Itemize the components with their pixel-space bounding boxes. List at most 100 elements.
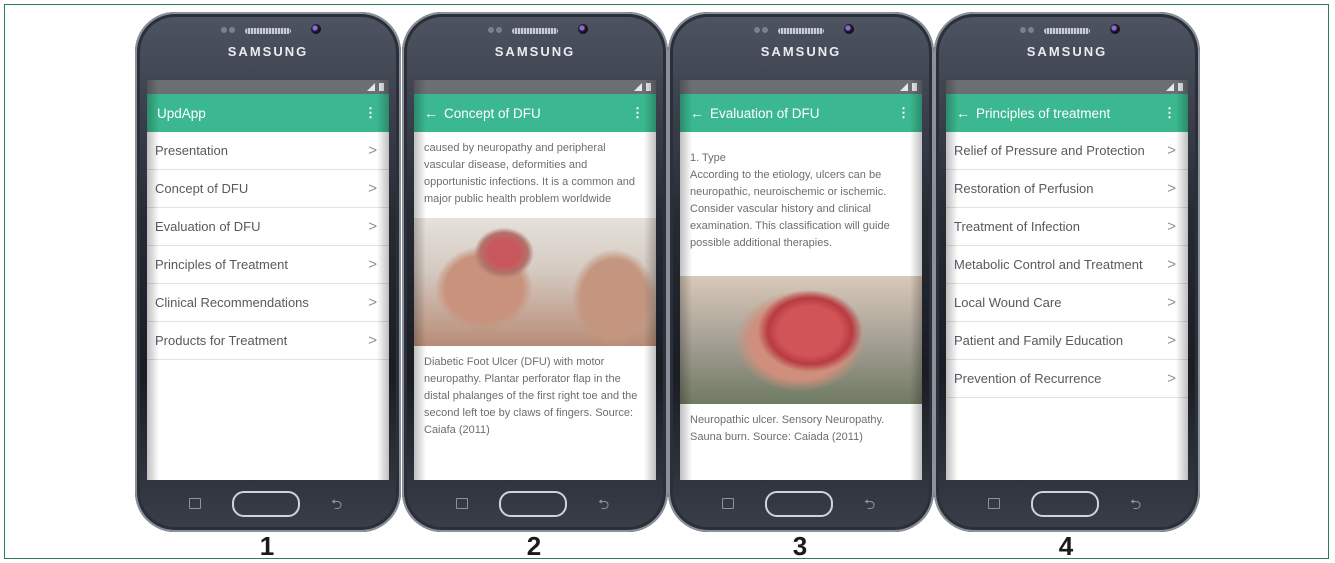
- back-nav-icon[interactable]: ⮌: [864, 494, 875, 518]
- overflow-menu-icon[interactable]: ⋮: [897, 105, 910, 121]
- overflow-menu-icon[interactable]: ⋮: [631, 105, 644, 121]
- sensor-dot: [496, 27, 502, 33]
- status-bar: [680, 80, 922, 94]
- list-item-products[interactable]: Products for Treatment >: [147, 322, 389, 360]
- list-item-infection[interactable]: Treatment of Infection >: [946, 208, 1188, 246]
- back-nav-icon[interactable]: ⮌: [1130, 494, 1141, 518]
- chevron-right-icon: >: [368, 256, 377, 273]
- list-item-education[interactable]: Patient and Family Education >: [946, 322, 1188, 360]
- chevron-right-icon: >: [1167, 370, 1176, 387]
- front-camera-icon: [1110, 24, 1120, 34]
- home-button[interactable]: [765, 491, 833, 517]
- front-camera-icon: [311, 24, 321, 34]
- chevron-right-icon: >: [1167, 294, 1176, 311]
- list-item-presentation[interactable]: Presentation >: [147, 132, 389, 170]
- status-bar: [414, 80, 656, 94]
- brand-logo: SAMSUNG: [760, 44, 842, 59]
- section-heading: 1. Type: [690, 152, 726, 164]
- list-item-pressure-relief[interactable]: Relief of Pressure and Protection >: [946, 132, 1188, 170]
- app-bar: ← Concept of DFU ⋮: [414, 94, 656, 132]
- recent-apps-icon[interactable]: [456, 498, 468, 509]
- photo-caption: Diabetic Foot Ulcer (DFU) with motor neu…: [424, 356, 638, 436]
- overflow-menu-icon[interactable]: ⋮: [1163, 105, 1176, 121]
- list-item-label: Restoration of Perfusion: [954, 181, 1094, 196]
- battery-icon: [646, 83, 651, 91]
- recent-apps-icon[interactable]: [988, 498, 1000, 509]
- signal-icon: [900, 83, 908, 91]
- phone-1: SAMSUNG UpdApp ⋮ Presentation > Concept …: [135, 12, 401, 532]
- list-item-principles[interactable]: Principles of Treatment >: [147, 246, 389, 284]
- body-text-block: 1. Type According to the etiology, ulcer…: [680, 132, 922, 252]
- home-button[interactable]: [232, 491, 300, 517]
- list-item-label: Principles of Treatment: [155, 257, 288, 272]
- neuropathic-ulcer-photo: [680, 276, 922, 404]
- recent-apps-icon[interactable]: [722, 498, 734, 509]
- screen: ← Concept of DFU ⋮ caused by neuropathy …: [414, 80, 656, 480]
- sensor-dot: [1020, 27, 1026, 33]
- back-nav-icon[interactable]: ⮌: [331, 494, 342, 518]
- list-item-recommendations[interactable]: Clinical Recommendations >: [147, 284, 389, 322]
- list-item-perfusion[interactable]: Restoration of Perfusion >: [946, 170, 1188, 208]
- chevron-right-icon: >: [1167, 256, 1176, 273]
- chevron-right-icon: >: [368, 180, 377, 197]
- body-text: caused by neuropathy and peripheral vasc…: [424, 142, 635, 205]
- back-arrow-icon[interactable]: ←: [956, 105, 970, 121]
- sensor-dot: [762, 27, 768, 33]
- phone-3: SAMSUNG ← Evaluation of DFU ⋮ 1. Type Ac…: [668, 12, 934, 532]
- app-bar: UpdApp ⋮: [147, 94, 389, 132]
- list-item-metabolic[interactable]: Metabolic Control and Treatment >: [946, 246, 1188, 284]
- status-bar: [147, 80, 389, 94]
- nav-bar: ⮌: [135, 484, 401, 524]
- list-item-label: Prevention of Recurrence: [954, 371, 1102, 386]
- app-bar-title: Evaluation of DFU: [710, 105, 820, 121]
- list-item-label: Local Wound Care: [954, 295, 1062, 310]
- list-item-wound-care[interactable]: Local Wound Care >: [946, 284, 1188, 322]
- recent-apps-icon[interactable]: [189, 498, 201, 509]
- chevron-right-icon: >: [1167, 218, 1176, 235]
- phone-4: SAMSUNG ← Principles of treatment ⋮ Reli…: [934, 12, 1200, 532]
- back-nav-icon[interactable]: ⮌: [598, 494, 609, 518]
- list-item-label: Relief of Pressure and Protection: [954, 143, 1145, 158]
- back-arrow-icon[interactable]: ←: [690, 105, 704, 121]
- chevron-right-icon: >: [368, 218, 377, 235]
- list-item-concept[interactable]: Concept of DFU >: [147, 170, 389, 208]
- status-bar: [946, 80, 1188, 94]
- chevron-right-icon: >: [1167, 180, 1176, 197]
- app-bar-title: UpdApp: [157, 105, 206, 121]
- list-item-label: Patient and Family Education: [954, 333, 1124, 348]
- figure-label-1: 1: [259, 531, 275, 561]
- list-item-prevention[interactable]: Prevention of Recurrence >: [946, 360, 1188, 398]
- chevron-right-icon: >: [368, 294, 377, 311]
- list-item-label: Evaluation of DFU: [155, 219, 261, 234]
- screen: ← Principles of treatment ⋮ Relief of Pr…: [946, 80, 1188, 480]
- list-item-label: Presentation: [155, 143, 228, 158]
- app-bar: ← Evaluation of DFU ⋮: [680, 94, 922, 132]
- front-camera-icon: [844, 24, 854, 34]
- signal-icon: [367, 83, 375, 91]
- speaker-grille: [512, 28, 558, 34]
- home-button[interactable]: [499, 491, 567, 517]
- app-bar-title: Principles of treatment: [976, 105, 1111, 121]
- sensor-dot: [488, 27, 494, 33]
- list-item-evaluation[interactable]: Evaluation of DFU >: [147, 208, 389, 246]
- brand-logo: SAMSUNG: [1026, 44, 1108, 59]
- overflow-menu-icon[interactable]: ⋮: [364, 105, 377, 121]
- back-arrow-icon[interactable]: ←: [424, 105, 438, 121]
- home-button[interactable]: [1031, 491, 1099, 517]
- brand-logo: SAMSUNG: [227, 44, 309, 59]
- app-bar: ← Principles of treatment ⋮: [946, 94, 1188, 132]
- nav-bar: ⮌: [934, 484, 1200, 524]
- chevron-right-icon: >: [1167, 332, 1176, 349]
- battery-icon: [912, 83, 917, 91]
- list-item-label: Products for Treatment: [155, 333, 288, 348]
- sensor-dot: [229, 27, 235, 33]
- sensor-dot: [1028, 27, 1034, 33]
- speaker-grille: [778, 28, 824, 34]
- dfu-photo: [414, 218, 656, 346]
- nav-bar: ⮌: [668, 484, 934, 524]
- brand-logo: SAMSUNG: [494, 44, 576, 59]
- sensor-dot: [754, 27, 760, 33]
- chevron-right-icon: >: [368, 332, 377, 349]
- list-item-label: Treatment of Infection: [954, 219, 1080, 234]
- sensor-dot: [221, 27, 227, 33]
